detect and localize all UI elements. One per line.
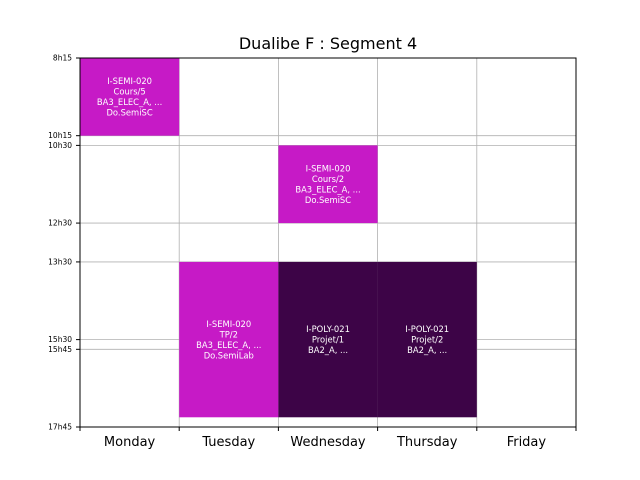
event-label: BA3_ELEC_A, ...	[295, 184, 360, 194]
event-label: Do.SemiLab	[204, 350, 254, 360]
y-tick-label: 15h45	[48, 345, 72, 354]
event-label: Projet/2	[411, 335, 443, 345]
y-tick-label: 12h30	[48, 219, 72, 228]
event-label: Do.SemiSC	[106, 108, 152, 118]
y-tick-label: 17h45	[48, 423, 72, 432]
x-tick-label: Tuesday	[201, 435, 255, 450]
x-tick-label: Wednesday	[290, 435, 366, 450]
event-label: BA3_ELEC_A, ...	[97, 97, 162, 107]
x-tick-label: Monday	[104, 435, 156, 450]
y-tick-label: 10h15	[48, 131, 72, 140]
event-block: I-POLY-021Projet/1BA2_A, ...	[278, 261, 378, 418]
event-label: TP/2	[219, 329, 238, 339]
x-tick-label: Friday	[507, 435, 547, 450]
chart-title: Dualibe F : Segment 4	[239, 34, 417, 53]
timetable-chart: Dualibe F : Segment 4 I-SEMI-020Cours/5B…	[48, 34, 577, 450]
event-label: Projet/1	[312, 335, 344, 345]
y-tick-label: 15h30	[48, 335, 72, 344]
event-label: Cours/5	[113, 87, 145, 97]
x-axis: Monday Tuesday Wednesday Thursday Friday	[79, 427, 577, 450]
event-block: I-SEMI-020TP/2BA3_ELEC_A, ...Do.SemiLab	[179, 261, 279, 418]
y-axis: 8h15 10h1510h30 12h30 13h30 15h3015h45 17h45	[48, 54, 80, 432]
x-tick-label: Thursday	[396, 435, 458, 450]
event-label: I-POLY-021	[306, 324, 350, 334]
event-label: I-POLY-021	[405, 324, 449, 334]
y-tick-label: 13h30	[48, 257, 72, 266]
event-label: I-SEMI-020	[107, 76, 152, 86]
y-tick-label: 8h15	[53, 54, 72, 63]
event-label: BA3_ELEC_A, ...	[196, 340, 261, 350]
event-block: I-SEMI-020Cours/5BA3_ELEC_A, ...Do.SemiS…	[80, 58, 180, 136]
event-label: BA2_A, ...	[308, 345, 348, 355]
event-label: I-SEMI-020	[306, 163, 351, 173]
y-tick-label: 10h30	[48, 141, 72, 150]
event-block: I-POLY-021Projet/2BA2_A, ...	[377, 261, 477, 418]
event-label: Cours/2	[312, 174, 344, 184]
event-label: BA2_A, ...	[407, 345, 447, 355]
event-block: I-SEMI-020Cours/2BA3_ELEC_A, ...Do.SemiS…	[278, 145, 378, 224]
event-label: Do.SemiSC	[305, 195, 351, 205]
event-label: I-SEMI-020	[206, 319, 251, 329]
